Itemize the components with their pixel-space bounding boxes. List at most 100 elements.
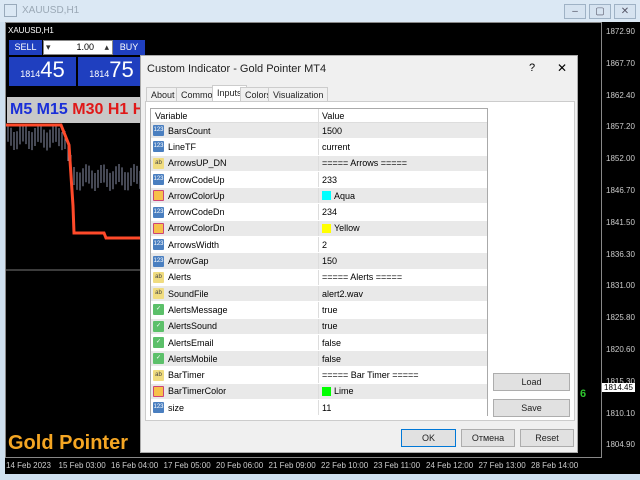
help-button[interactable]: ? [529,62,535,74]
timeframe-bar[interactable]: M5 M15 M30 H1 H [7,97,141,123]
time-label: 17 Feb 05:00 [163,461,211,470]
variable-value[interactable]: 233 [322,175,337,185]
variable-value[interactable]: ===== Arrows ===== [322,158,407,168]
num-type-icon: 123 [153,206,164,218]
table-row[interactable]: 123 LineTF current [151,139,487,156]
variable-name: SoundFile [168,288,209,299]
close-dialog-button[interactable]: ✕ [557,61,567,75]
col-type-icon [153,222,164,234]
time-label: 24 Feb 12:00 [426,461,474,470]
table-row[interactable]: 123 ArrowCodeUp 233 [151,171,487,189]
price-label: 1857.20 [606,122,635,132]
variable-value[interactable]: 1500 [322,126,342,136]
bid-price[interactable]: 181445 [9,57,76,86]
close-window-button[interactable]: ✕ [614,4,636,19]
num-type-icon: 123 [153,174,164,186]
variable-value[interactable]: ===== Bar Timer ===== [322,370,419,380]
tab-about[interactable]: About [146,87,180,102]
price-label: 1831.00 [606,281,635,291]
table-row[interactable]: ab ArrowsUP_DN ===== Arrows ===== [151,155,487,172]
column-value[interactable]: Value [319,109,344,122]
variable-value[interactable]: true [322,321,338,331]
window-title: XAUUSD,H1 [22,5,80,16]
price-label: 1846.70 [606,186,635,195]
table-row[interactable]: ArrowColorDn Yellow [151,220,487,238]
column-variable[interactable]: Variable [151,109,319,122]
dialog-title: Custom Indicator - Gold Pointer MT4 [147,63,327,75]
ask-price-pips: 75 [109,57,134,82]
decrease-icon[interactable]: ▾ [46,41,51,54]
table-row[interactable]: ab BarTimer ===== Bar Timer ===== [151,367,487,384]
variable-name: BarsCount [168,125,211,136]
variable-value[interactable]: 11 [322,403,331,413]
time-label: 27 Feb 13:00 [478,461,526,470]
price-label: 1852.00 [606,154,635,164]
brand-label: Gold Pointer [8,432,128,454]
cancel-button[interactable]: Отмена [461,429,515,447]
table-row[interactable]: ArrowColorUp Aqua [151,188,487,205]
ok-button[interactable]: OK [401,429,456,447]
window-title-bar: XAUUSD,H1 ‒ ▢ ✕ [0,0,640,22]
variable-name: AlertsSound [168,321,218,332]
variable-value[interactable]: false [322,354,341,364]
lot-size-stepper[interactable]: ▾ 1.00 ▴ [43,40,113,55]
variable-name: BarTimer [168,370,205,381]
variable-value[interactable]: Lime [334,386,354,396]
variable-name: ArrowColorDn [168,223,225,234]
variable-value[interactable]: 234 [322,207,337,217]
variable-name: ArrowCodeUp [168,174,225,185]
color-swatch [322,386,331,396]
inputs-table[interactable]: Variable Value 123 BarsCount 1500 123 LineTF c… [150,108,488,417]
custom-indicator-dialog: Custom Indicator - Gold Pointer MT4 ? ✕ … [140,55,578,453]
reset-button[interactable]: Reset [520,429,574,447]
table-row[interactable]: ✓ AlertsEmail false [151,334,487,352]
bool-type-icon: ✓ [153,304,164,316]
table-row[interactable]: 123 ArrowsWidth 2 [151,237,487,254]
timeframe-blue[interactable]: M5 M15 [10,101,68,118]
variable-value[interactable]: Aqua [334,191,355,201]
time-label: 21 Feb 09:00 [268,461,316,470]
maximize-button[interactable]: ▢ [589,4,611,19]
save-button[interactable]: Save [493,399,570,417]
table-row[interactable]: 123 ArrowGap 150 [151,253,487,270]
increase-icon[interactable]: ▴ [104,41,109,54]
variable-value[interactable]: ===== Alerts ===== [322,272,402,282]
variable-name: AlertsMobile [168,353,218,364]
table-row[interactable]: ✓ AlertsMessage true [151,302,487,319]
table-row[interactable]: 123 size 11 [151,400,487,417]
time-axis: 14 Feb 2023 15 Feb 03:00 16 Feb 04:00 17 Fe… [5,458,640,474]
sell-button[interactable]: SELL [9,40,42,55]
chart-symbol: XAUUSD,H1 [8,26,54,35]
num-type-icon: 123 [153,141,164,153]
price-label: 1836.30 [606,249,635,259]
timeframe-red[interactable]: M30 H1 H [72,101,141,118]
load-button[interactable]: Load [493,373,570,391]
table-row[interactable]: ✓ AlertsMobile false [151,351,487,368]
tab-visualization[interactable]: Visualization [268,87,329,102]
minimize-button[interactable]: ‒ [564,4,586,19]
table-row[interactable]: BarTimerColor Lime [151,383,487,401]
variable-value[interactable]: current [322,142,350,152]
variable-name: ArrowsUP_DN [168,158,227,169]
variable-name: ArrowsWidth [168,239,220,250]
table-row[interactable]: ab SoundFile alert2.wav [151,285,487,303]
variable-value[interactable]: alert2.wav [322,289,363,299]
lot-size-value[interactable]: 1.00 [76,41,94,54]
color-swatch [322,223,331,233]
variable-value[interactable]: true [322,305,338,315]
variable-value[interactable]: Yellow [334,223,360,233]
buy-button[interactable]: BUY [113,40,145,55]
variable-value[interactable]: false [322,338,341,348]
variable-name: LineTF [168,141,197,152]
str-type-icon: ab [153,271,164,283]
bid-price-pips: 45 [40,57,65,82]
table-row[interactable]: ab Alerts ===== Alerts ===== [151,269,487,286]
variable-value[interactable]: 2 [322,240,327,250]
table-row[interactable]: ✓ AlertsSound true [151,318,487,335]
ask-price[interactable]: 181475 [78,57,145,86]
table-row[interactable]: 123 ArrowCodeDn 234 [151,204,487,221]
variable-name: ArrowGap [168,256,209,267]
table-row[interactable]: 123 BarsCount 1500 [151,123,487,140]
bool-type-icon: ✓ [153,320,164,332]
variable-value[interactable]: 150 [322,256,337,266]
